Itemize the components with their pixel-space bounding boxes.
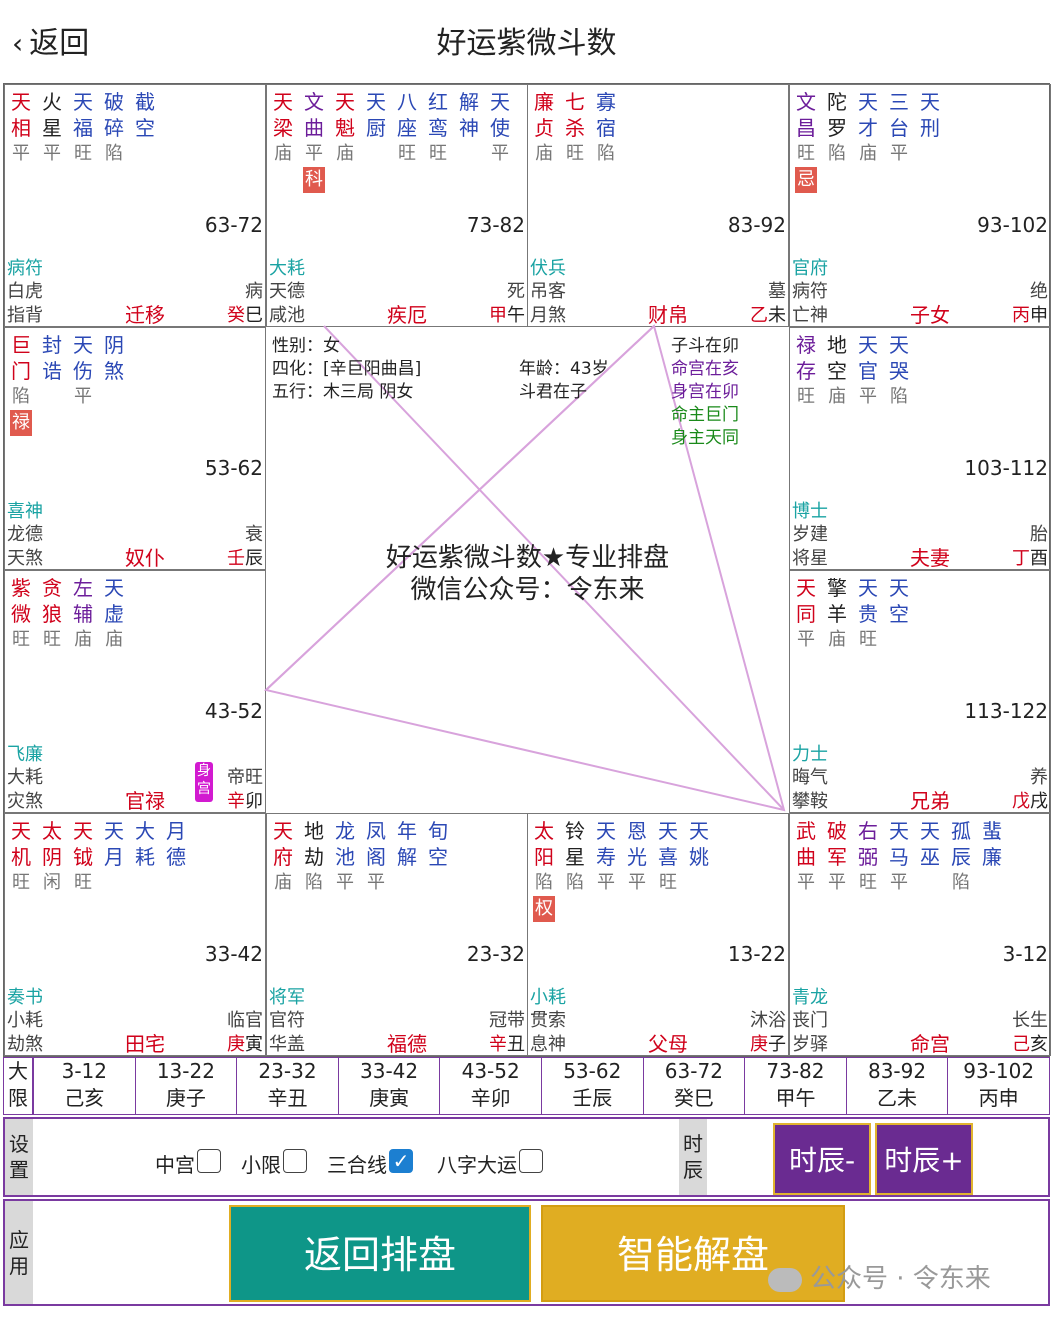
checkbox-sanhexian[interactable]: ✓: [389, 1149, 413, 1173]
daxian-ganzhi: 癸巳: [673, 1086, 714, 1110]
daxian-age: 33-42: [360, 1059, 419, 1083]
checkbox-zhonggong[interactable]: [197, 1149, 221, 1173]
daxian-ganzhi: 辛丑: [267, 1086, 308, 1110]
daxian-item[interactable]: 23-32 辛丑: [237, 1058, 339, 1114]
opt-bazi[interactable]: 八字大运: [437, 1149, 543, 1178]
daxian-header: 大限: [4, 1058, 34, 1114]
shichen-minus-button[interactable]: 时辰-: [773, 1123, 871, 1195]
mingzhu: 命主巨门: [671, 405, 739, 425]
doujun: 斗君在子: [519, 382, 587, 402]
checkbox-bazi[interactable]: [519, 1149, 543, 1173]
daxian-ganzhi: 乙未: [877, 1086, 918, 1110]
vlabel-char: 辰: [683, 1158, 703, 1182]
daxian-age: 43-52: [461, 1059, 520, 1083]
opt-xiaoxian[interactable]: 小限: [241, 1149, 307, 1178]
daxian-item[interactable]: 63-72 癸巳: [644, 1058, 746, 1114]
daxian-item[interactable]: 43-52 辛卯: [440, 1058, 542, 1114]
daxian-item[interactable]: 93-102 丙申: [948, 1058, 1049, 1114]
app-label: 应用: [5, 1201, 33, 1304]
shenzhu: 身主天同: [671, 428, 739, 448]
daxian-age: 3-12: [61, 1059, 107, 1083]
daxian-age: 73-82: [766, 1059, 825, 1083]
age-info: 年龄：43岁: [519, 359, 609, 379]
watermark-wechat: 微信公众号：令东来: [410, 575, 645, 605]
chart-board: 天相平火星平天福旺破碎陷截空 63-72 病符 白虎 指背病迁移 癸巳天梁庙文曲平科天魁庙…: [3, 83, 1051, 1057]
daxian-ganzhi: 丙申: [978, 1086, 1019, 1110]
daxian-age: 23-32: [258, 1059, 317, 1083]
wuxing: 五行：木三局 阴女: [272, 382, 414, 402]
opt-label: 中宫: [155, 1153, 195, 1177]
daxian-item[interactable]: 3-12 己亥: [34, 1058, 136, 1114]
shichen-plus-button[interactable]: 时辰+: [875, 1123, 973, 1195]
shichen-label: 时辰: [679, 1119, 707, 1195]
opt-label: 三合线: [327, 1153, 387, 1177]
header-bar: ‹ 返回 好运紫微斗数: [0, 0, 1053, 80]
vlabel-char: 置: [9, 1158, 29, 1182]
daxian-ganzhi: 庚寅: [369, 1086, 410, 1110]
back-to-chart-button[interactable]: 返回排盘: [229, 1205, 531, 1302]
daxian-header-char: 限: [8, 1086, 28, 1110]
opt-zhonggong[interactable]: 中宫: [155, 1149, 221, 1178]
page-title: 好运紫微斗数: [436, 26, 617, 61]
daxian-header-char: 大: [8, 1059, 28, 1083]
shengong: 身宫在卯: [671, 382, 739, 402]
daxian-ganzhi: 甲午: [775, 1086, 816, 1110]
daxian-ganzhi: 壬辰: [572, 1086, 613, 1110]
vlabel-char: 用: [9, 1253, 29, 1278]
wechat-text: 公众号 · 令东来: [810, 1264, 991, 1294]
daxian-age: 63-72: [664, 1059, 723, 1083]
daxian-item[interactable]: 83-92 乙未: [847, 1058, 949, 1114]
daxian-ganzhi: 庚子: [165, 1086, 206, 1110]
vlabel-char: 应: [9, 1227, 29, 1252]
daxian-age: 93-102: [963, 1059, 1035, 1083]
sihua: 四化：[辛巨阳曲昌]: [272, 359, 422, 379]
opt-sanhexian[interactable]: 三合线 ✓: [327, 1149, 413, 1178]
wechat-watermark: 公众号 · 令东来: [768, 1258, 991, 1295]
daxian-age: 83-92: [867, 1059, 927, 1083]
opt-label: 小限: [241, 1153, 281, 1177]
daxian-item[interactable]: 33-42 庚寅: [339, 1058, 441, 1114]
daxian-item[interactable]: 13-22 庚子: [136, 1058, 238, 1114]
center-info: 性别：女 四化：[辛巨阳曲昌] 五行：木三局 阴女 年龄：43岁 斗君在子 子斗…: [266, 327, 789, 813]
vlabel-char: 设: [9, 1132, 29, 1156]
gender: 性别：女: [272, 336, 340, 356]
checkbox-xiaoxian[interactable]: [283, 1149, 307, 1173]
zidou: 子斗在卯: [671, 336, 739, 356]
daxian-bar: 大限 3-12 己亥 13-22 庚子 23-32 辛丑 33-42 庚寅 43-52 辛卯 53-…: [3, 1057, 1050, 1115]
daxian-ganzhi: 辛卯: [470, 1086, 511, 1110]
daxian-item[interactable]: 53-62 壬辰: [542, 1058, 644, 1114]
settings-label: 设置: [5, 1119, 33, 1195]
daxian-age: 53-62: [563, 1059, 622, 1083]
opt-label: 八字大运: [437, 1153, 517, 1177]
daxian-item[interactable]: 73-82 甲午: [745, 1058, 847, 1114]
settings-row: 设置 中宫 小限 三合线 ✓ 八字大运 时辰 时辰- 时辰+: [3, 1117, 1050, 1197]
minggong: 命宫在亥: [671, 359, 739, 379]
wechat-icon: [768, 1267, 802, 1292]
daxian-ganzhi: 己亥: [64, 1086, 105, 1110]
vlabel-char: 时: [683, 1132, 703, 1156]
daxian-age: 13-22: [156, 1059, 215, 1083]
